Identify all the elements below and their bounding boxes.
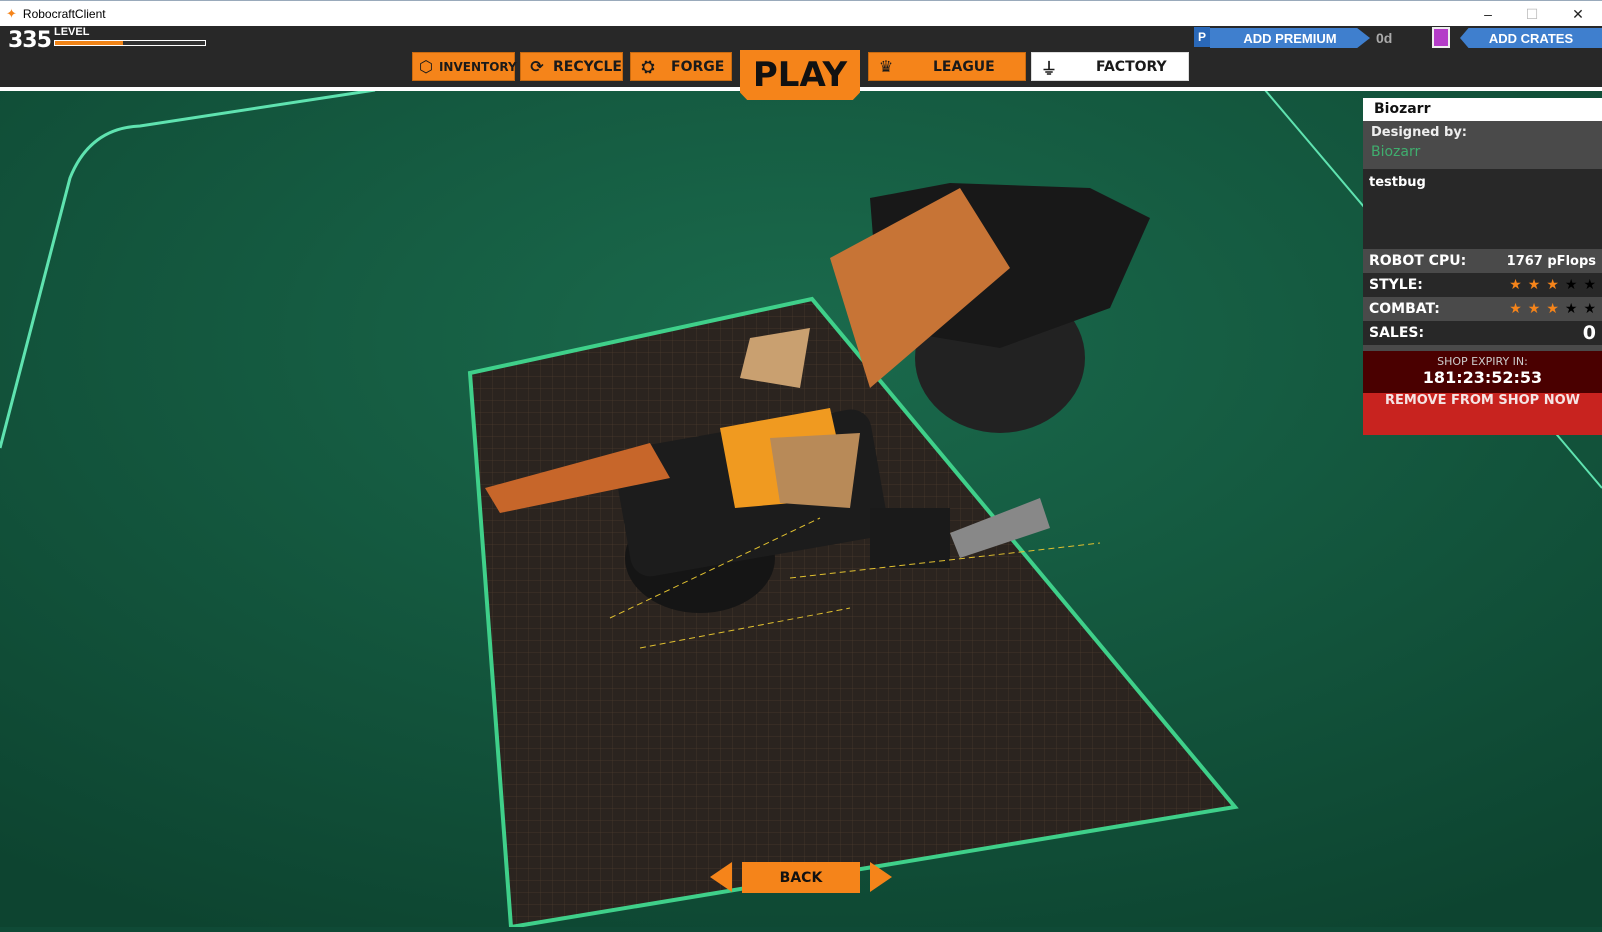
forge-icon: ⛭	[641, 56, 655, 76]
robot-name: Biozarr	[1363, 98, 1602, 121]
nav-underline	[0, 87, 740, 91]
recycle-label: RECYCLE	[552, 58, 622, 75]
factory-icon: ⏚	[1040, 58, 1057, 78]
league-label: LEAGUE	[933, 58, 995, 75]
level-progress-fill	[55, 41, 123, 45]
nav-underline	[860, 87, 1602, 91]
sales-label: SALES:	[1369, 325, 1425, 341]
app-icon: ✦	[6, 5, 17, 21]
combat-label: COMBAT:	[1369, 301, 1440, 317]
expiry-label: SHOP EXPIRY IN:	[1437, 355, 1528, 368]
star-filled-icon: ★	[1527, 277, 1541, 293]
factory-button[interactable]: ⏚ FACTORY	[1031, 52, 1189, 81]
league-icon: ♛	[878, 57, 894, 76]
forge-button[interactable]: ⛭ FORGE	[630, 52, 732, 81]
star-empty-icon: ★	[1564, 301, 1578, 317]
close-button[interactable]: ✕	[1556, 1, 1600, 27]
expiry-timer: 181:23:52:53	[1422, 368, 1543, 387]
title-bar: ✦ RobocraftClient – ☐ ✕	[0, 0, 1602, 26]
premium-days: 0d	[1376, 30, 1393, 46]
sales-value: 0	[1582, 322, 1596, 344]
star-filled-icon: ★	[1509, 277, 1522, 293]
crate-icon	[1432, 27, 1450, 48]
inventory-button[interactable]: ⬡ INVENTORY	[412, 52, 517, 81]
robot-info-panel: Biozarr Designed by: Biozarr testbug ROB…	[1363, 98, 1602, 435]
star-filled-icon: ★	[1546, 277, 1559, 293]
combat-rating: ★ ★ ★ ★ ★	[1503, 301, 1596, 317]
window-title: RobocraftClient	[22, 6, 106, 21]
add-premium-button[interactable]: ADD PREMIUM	[1210, 28, 1370, 48]
style-label: STYLE:	[1369, 277, 1423, 293]
remove-from-shop-button[interactable]: REMOVE FROM SHOP NOW	[1363, 393, 1602, 435]
forge-label: FORGE	[671, 58, 725, 75]
star-empty-icon: ★	[1564, 277, 1578, 293]
star-filled-icon: ★	[1509, 301, 1522, 317]
recycle-button[interactable]: ⟳ RECYCLE	[520, 52, 623, 81]
premium-icon: P	[1194, 27, 1210, 47]
robot-description: testbug	[1363, 169, 1602, 249]
minimize-button[interactable]: –	[1466, 1, 1510, 27]
designed-by-label: Designed by:	[1371, 125, 1467, 140]
star-empty-icon: ★	[1583, 301, 1596, 317]
back-button[interactable]: BACK	[742, 862, 860, 893]
star-filled-icon: ★	[1546, 301, 1559, 317]
robot-viewport[interactable]	[0, 88, 1602, 930]
previous-arrow-button[interactable]	[710, 862, 732, 892]
cpu-value: 1767 pFlops	[1506, 253, 1596, 269]
level-progress-bar	[54, 40, 206, 46]
star-filled-icon: ★	[1527, 301, 1541, 317]
inventory-label: INVENTORY	[438, 59, 517, 74]
maximize-button[interactable]: ☐	[1510, 1, 1554, 27]
factory-label: FACTORY	[1096, 58, 1167, 75]
cpu-label: ROBOT CPU:	[1369, 253, 1467, 269]
add-crates-button[interactable]: ADD CRATES	[1460, 28, 1602, 48]
designer-link[interactable]: Biozarr	[1371, 144, 1594, 160]
style-rating: ★ ★ ★ ★ ★	[1503, 277, 1596, 293]
level-label: LEVEL	[54, 26, 90, 38]
league-button[interactable]: ♛ LEAGUE	[868, 52, 1026, 81]
player-level: 335	[8, 28, 52, 53]
next-arrow-button[interactable]	[870, 862, 892, 892]
recycle-icon: ⟳	[530, 57, 544, 76]
star-empty-icon: ★	[1583, 277, 1596, 293]
cube-icon: ⬡	[419, 57, 433, 76]
play-button[interactable]: PLAY	[740, 50, 860, 100]
